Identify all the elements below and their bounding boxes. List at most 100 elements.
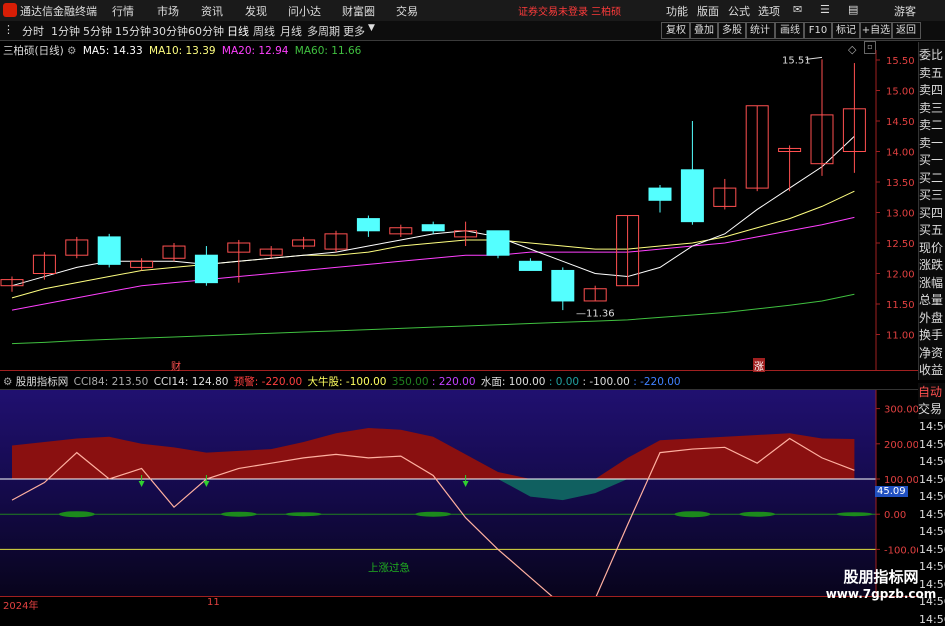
quote-item[interactable]: 卖一	[919, 134, 945, 151]
period-30min[interactable]: 30分钟	[152, 23, 188, 39]
menu-hangqing[interactable]: 行情	[112, 3, 134, 19]
shang-zhang-text: 上涨过急	[368, 562, 410, 574]
period-weekly[interactable]: 周线	[253, 23, 275, 39]
menu-jiaoyi[interactable]: 交易	[396, 3, 418, 19]
indicator-tick-label: 200.00	[884, 440, 918, 451]
quote-item[interactable]: 买四	[919, 204, 945, 221]
candle-body	[551, 269, 575, 302]
zero-bump	[285, 512, 322, 517]
quote-item[interactable]: 卖三	[919, 99, 945, 116]
skin-icon[interactable]: ☰	[820, 3, 830, 16]
indicator-tick-label: 300.00	[884, 405, 918, 416]
time-item: 14:56	[919, 612, 945, 626]
back-button[interactable]: 返回	[891, 22, 921, 39]
indicator-background	[0, 390, 876, 596]
tab-auto[interactable]: 自动	[918, 383, 945, 400]
date-year: 2024年	[3, 601, 39, 612]
indicator-chart: 300.00 200.00 100.00 0.00 -100.00	[0, 390, 918, 596]
menu-shichang[interactable]: 市场	[157, 3, 179, 19]
period-more[interactable]: 更多	[343, 23, 365, 39]
tongji-button[interactable]: 统计	[745, 22, 775, 39]
time-item: 14:56	[919, 525, 945, 538]
menu-wenxiaoda[interactable]: 问小达	[288, 3, 321, 19]
time-item: 14:56	[919, 507, 945, 521]
quote-item[interactable]: 买一	[919, 151, 945, 168]
quote-item[interactable]: 卖二	[919, 116, 945, 133]
settings-gear-icon[interactable]: ⚙	[3, 376, 12, 388]
menu-faxian[interactable]: 发现	[245, 3, 267, 19]
candle-body	[421, 224, 445, 232]
menu-gongshi[interactable]: 公式	[728, 3, 750, 19]
duogu-button[interactable]: 多股	[717, 22, 747, 39]
marker-cai[interactable]: 财	[171, 358, 181, 373]
indicator-ticks: 300.00 200.00 100.00 0.00 -100.00	[876, 405, 918, 556]
current-value-badge: 45.09	[875, 486, 908, 497]
message-icon[interactable]: ✉	[793, 3, 802, 16]
quote-item[interactable]: 买五	[919, 221, 945, 238]
quote-item[interactable]: 净资	[919, 344, 945, 361]
marker-zhang[interactable]: 涨	[753, 358, 765, 373]
time-item: 14:56	[919, 490, 945, 503]
menu-xuanxiang[interactable]: 选项	[758, 3, 780, 19]
high-label: 15.51	[782, 55, 811, 66]
quote-item[interactable]: 委比	[919, 46, 945, 63]
guest-login[interactable]: 游客	[894, 3, 916, 19]
login-warning[interactable]: 证券交易未登录 三柏硕	[518, 3, 621, 18]
ma-lines	[11, 135, 855, 345]
huaxian-button[interactable]: 画线	[775, 22, 805, 39]
time-item: 14:56	[919, 472, 945, 486]
ma10-line	[11, 190, 855, 299]
quote-item[interactable]: 外盘	[919, 309, 945, 326]
quote-item[interactable]: 换手	[919, 326, 945, 343]
candle-body	[194, 254, 218, 284]
watermark-line1: 股朋指标网	[843, 568, 919, 586]
zero-label: : 0.00	[548, 376, 580, 388]
quote-item[interactable]: 现价	[919, 239, 945, 256]
tab-trade[interactable]: 交易	[918, 400, 945, 417]
time-item: 14:56	[919, 455, 945, 468]
quote-item[interactable]: 买三	[919, 186, 945, 203]
menu-banmian[interactable]: 版面	[697, 3, 719, 19]
menu-gongneng[interactable]: 功能	[666, 3, 688, 19]
price-tick-label: 14.00	[886, 148, 915, 159]
quote-item[interactable]: 买二	[919, 169, 945, 186]
quote-item[interactable]: 总量	[919, 291, 945, 308]
indicator-tick-label: 100.00	[884, 475, 918, 486]
period-60min[interactable]: 60分钟	[188, 23, 224, 39]
quote-item[interactable]: 收益	[919, 361, 945, 378]
chevron-down-icon[interactable]: ▼	[368, 23, 375, 33]
f10-button[interactable]: F10	[803, 22, 833, 39]
add-watchlist-button[interactable]: +自选	[859, 22, 893, 39]
period-multi[interactable]: 多周期	[307, 23, 340, 39]
quote-item[interactable]: 卖五	[919, 64, 945, 81]
period-5min[interactable]: 5分钟	[83, 23, 112, 39]
quote-item[interactable]: 涨跌	[919, 256, 945, 273]
menu-zixun[interactable]: 资讯	[201, 3, 223, 19]
ma5-line	[11, 135, 855, 287]
period-15min[interactable]: 15分钟	[115, 23, 151, 39]
price-tick-label: 14.50	[886, 117, 915, 128]
diejia-button[interactable]: 叠加	[689, 22, 719, 39]
quote-item[interactable]: 卖四	[919, 81, 945, 98]
menu-toggle-icon[interactable]: ⋮	[3, 23, 14, 36]
quote-item[interactable]: 涨幅	[919, 274, 945, 291]
biaoji-button[interactable]: 标记	[831, 22, 861, 39]
period-fenshi[interactable]: 分时	[22, 23, 44, 39]
period-1min[interactable]: 1分钟	[51, 23, 80, 39]
watermark-line2: www.7gpzb.com	[825, 587, 937, 601]
panel-separator	[0, 370, 918, 371]
price-tick-label: 12.00	[886, 270, 915, 281]
daniu-label: 大牛股: -100.00	[307, 376, 387, 388]
yujing-label: 预警: -220.00	[233, 376, 303, 388]
menu-caifuquan[interactable]: 财富圈	[342, 3, 375, 19]
period-daily[interactable]: 日线	[227, 23, 249, 39]
zero-bump	[836, 512, 873, 517]
period-monthly[interactable]: 月线	[280, 23, 302, 39]
settings-icon[interactable]: ▤	[848, 3, 858, 16]
candle-body	[518, 260, 542, 271]
fuquan-button[interactable]: 复权	[661, 22, 691, 39]
app-name: 通达信金融终端	[20, 5, 97, 18]
indicator-name[interactable]: 股朋指标网	[16, 376, 69, 388]
v220-label: : 220.00	[431, 376, 476, 388]
price-tick-label: 12.50	[886, 239, 915, 250]
